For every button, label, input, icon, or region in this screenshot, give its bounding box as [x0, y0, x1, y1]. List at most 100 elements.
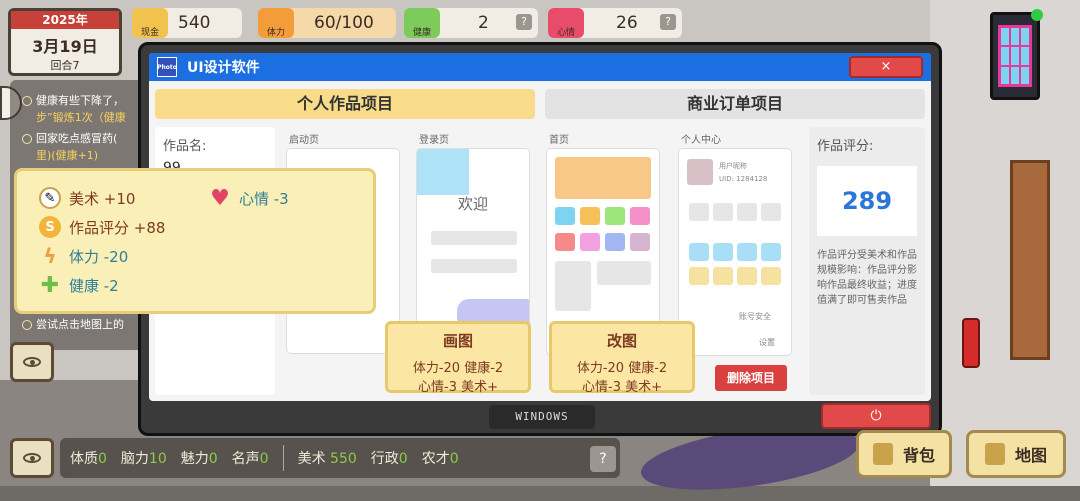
- account-security-label: 账号安全: [739, 312, 771, 321]
- phone-button[interactable]: [990, 9, 1043, 100]
- map-button[interactable]: 地图: [966, 430, 1066, 478]
- attr-label: 农才: [421, 451, 450, 467]
- app-logo-icon: Photo: [157, 57, 177, 77]
- fire-extinguisher: [962, 318, 980, 368]
- notification-item[interactable]: 回家吃点感冒药( 里)(健康+1): [22, 130, 154, 164]
- stamina-stat: 体力 60/100: [258, 8, 396, 38]
- eye-icon: [23, 357, 41, 367]
- close-button[interactable]: ×: [849, 56, 923, 78]
- reward-health-text: 健康 -2: [69, 276, 119, 295]
- home-icon-mock: [555, 233, 575, 251]
- score-coin-icon: S: [39, 216, 61, 238]
- draw-button[interactable]: 画图 体力-20 健康-2 心情-3 美术+: [385, 321, 531, 395]
- score-label: 作品评分:: [817, 139, 874, 154]
- attr-value: 0: [449, 451, 459, 467]
- reward-score: S 作品评分 +88: [39, 216, 165, 238]
- notification-extra: 步”锻炼1次（健康: [36, 111, 126, 124]
- home-card-mock: [597, 261, 651, 285]
- attr-admin: 行政0: [371, 448, 408, 468]
- project-name-label: 作品名:: [163, 139, 207, 154]
- money-value: 540: [178, 13, 211, 33]
- notification-text: 尝试点击地图上的: [36, 318, 124, 331]
- page-label-login: 登录页: [419, 135, 449, 146]
- profile-icon-mock: [713, 203, 733, 221]
- map-icon: [984, 443, 1005, 465]
- attr-label: 美术: [297, 451, 326, 467]
- reward-score-text: 作品评分 +88: [69, 218, 166, 237]
- settings-label: 设置: [759, 338, 775, 347]
- score-panel: 作品评分: 289 作品评分受美术和作品规模影响：作品评分影响作品最终收益；进度…: [809, 127, 925, 395]
- edit-title: 改图: [606, 332, 637, 350]
- mood-help-button[interactable]: ?: [660, 14, 676, 30]
- attr-label: 体质: [70, 451, 98, 467]
- lightning-icon: ϟ: [43, 244, 57, 268]
- view-toggle-button[interactable]: [10, 342, 54, 382]
- delete-project-button[interactable]: 删除项目: [715, 365, 787, 391]
- login-input-mock: [431, 231, 517, 245]
- edit-cost-line2: 心情-3 美术+: [582, 380, 662, 395]
- reward-art: ✎ 美术 +10: [39, 187, 135, 209]
- home-icon-mock: [605, 233, 625, 251]
- user-nickname: 用户昵称: [719, 162, 747, 170]
- attr-label: 魅力: [180, 451, 209, 467]
- health-stat: 健康 2 ?: [404, 8, 538, 38]
- map-label: 地图: [1014, 446, 1047, 465]
- reward-health: ✚ 健康 -2: [39, 273, 119, 298]
- tab-personal-project[interactable]: 个人作品项目: [155, 89, 535, 119]
- door[interactable]: [1010, 160, 1050, 360]
- profile-icon-mock: [761, 203, 781, 221]
- user-uid: UID: 1284128: [719, 175, 768, 183]
- reward-art-text: 美术 +10: [69, 189, 136, 208]
- profile-icon-mock: [737, 203, 757, 221]
- home-icon-mock: [605, 207, 625, 225]
- profile-page-mock[interactable]: 用户昵称 UID: 1284128 账号安全 设置: [679, 149, 791, 355]
- avatar: [687, 159, 713, 185]
- attr-value: 10: [148, 451, 167, 467]
- power-button[interactable]: ⏻: [821, 403, 931, 429]
- home-icon-mock: [580, 233, 600, 251]
- home-card-mock: [555, 261, 591, 311]
- profile-icon-mock: [713, 267, 733, 285]
- attr-brain: 脑力10: [121, 448, 167, 468]
- attr-physique: 体质0: [70, 448, 107, 468]
- profile-icon-mock: [689, 243, 709, 261]
- lightning-icon: 体力: [258, 8, 294, 38]
- notification-item[interactable]: 尝试点击地图上的: [22, 316, 124, 333]
- edit-button[interactable]: 改图 体力-20 健康-2 心情-3 美术+: [549, 321, 695, 395]
- health-help-button[interactable]: ?: [516, 14, 532, 30]
- reward-mood: ♥ 心情 -3: [209, 185, 289, 211]
- bag-button[interactable]: 背包: [856, 430, 952, 478]
- mood-value: 26: [616, 13, 638, 33]
- attr-label: 行政: [370, 451, 399, 467]
- notification-text: 回家吃点感冒药(: [36, 132, 118, 145]
- phone-screen: [998, 25, 1032, 87]
- tab-business-order[interactable]: 商业订单项目: [545, 89, 925, 119]
- login-input-mock: [431, 259, 517, 273]
- reward-tooltip: ✎ 美术 +10 ♥ 心情 -3 S 作品评分 +88 ϟ 体力 -20 ✚ 健…: [14, 168, 376, 314]
- windows-taskbar[interactable]: WINDOWS: [489, 405, 595, 429]
- notification-text: 健康有些下降了，: [36, 94, 124, 107]
- window-title: UI设计软件: [187, 60, 260, 76]
- bag-label: 背包: [902, 446, 935, 465]
- notification-item[interactable]: 健康有些下降了， 步”锻炼1次（健康: [22, 92, 154, 126]
- year: 2025年: [11, 11, 119, 29]
- score-description: 作品评分受美术和作品规模影响：作品评分影响作品最终收益；进度值满了即可售卖作品: [817, 250, 917, 306]
- reward-stamina: ϟ 体力 -20: [39, 244, 128, 268]
- home-banner-mock: [555, 157, 651, 199]
- draw-cost-line1: 体力-20 健康-2: [412, 361, 504, 376]
- profile-icon-mock: [689, 203, 709, 221]
- attributes-help-button[interactable]: ?: [590, 446, 616, 472]
- view-toggle-button-bottom[interactable]: [10, 438, 54, 478]
- heart-icon: 心情: [548, 8, 584, 38]
- attr-charm: 魅力0: [181, 448, 218, 468]
- home-icon-mock: [580, 207, 600, 225]
- reward-mood-text: 心情 -3: [239, 189, 289, 208]
- money-stat: 现金 540: [132, 8, 242, 38]
- attr-value: 0: [98, 451, 107, 467]
- bag-icon: [872, 443, 893, 465]
- attr-art: 美术 550: [298, 448, 357, 468]
- date: 3月19日: [32, 37, 98, 56]
- draw-cost-line2: 心情-3 美术+: [418, 380, 498, 395]
- page-label-profile: 个人中心: [681, 135, 721, 146]
- heart-icon: ♥: [210, 185, 230, 211]
